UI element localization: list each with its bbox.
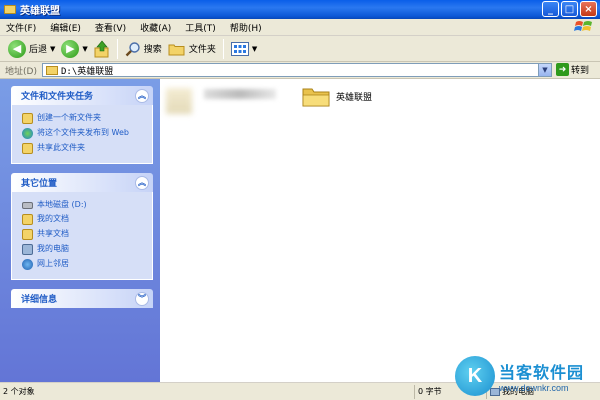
watermark: K 当客软件园 www.downkr.com: [455, 352, 600, 400]
menu-tools[interactable]: 工具(T): [185, 21, 216, 34]
file-list[interactable]: 英雄联盟: [160, 79, 600, 382]
drive-icon: [22, 202, 33, 209]
maximize-button[interactable]: □: [561, 1, 578, 17]
place-label: 我的电脑: [37, 244, 69, 253]
back-button[interactable]: ◀ 后退 ▼: [5, 38, 58, 60]
toolbar-separator: [116, 38, 118, 59]
watermark-title: 当客软件园: [499, 363, 585, 382]
details-panel: 详细信息 ︾: [11, 289, 153, 308]
folder-icon: [4, 5, 16, 14]
up-folder-icon: [94, 40, 109, 57]
windows-logo-icon: [574, 21, 592, 31]
address-value: D:\英雄联盟: [61, 66, 114, 77]
address-label: 地址(D): [5, 66, 37, 77]
task-share-folder[interactable]: 共享此文件夹: [22, 142, 146, 154]
task-label: 共享此文件夹: [37, 143, 85, 152]
shared-folder-icon: [22, 229, 33, 240]
go-label: 转到: [571, 66, 590, 76]
place-label: 网上邻居: [37, 259, 69, 268]
title-bar: 英雄联盟 _ □ ×: [0, 0, 600, 19]
place-my-documents[interactable]: 我的文档: [22, 213, 146, 225]
forward-dropdown-icon[interactable]: ▼: [82, 45, 87, 53]
menu-file[interactable]: 文件(F): [6, 21, 36, 34]
other-places-header[interactable]: 其它位置 ︽: [11, 173, 153, 192]
close-button[interactable]: ×: [580, 1, 597, 17]
window-title: 英雄联盟: [20, 6, 60, 17]
blurred-item: [204, 89, 276, 99]
address-bar: 地址(D) D:\英雄联盟 ▼ ➜ 转到: [0, 62, 600, 79]
watermark-logo-icon: K: [455, 356, 495, 396]
place-label: 本地磁盘 (D:): [37, 200, 87, 209]
menu-view[interactable]: 查看(V): [95, 21, 126, 34]
watermark-url: www.downkr.com: [499, 383, 569, 393]
place-label: 共享文档: [37, 229, 69, 238]
folder-icon: [46, 65, 58, 75]
globe-icon: [22, 128, 33, 139]
go-arrow-icon: ➜: [556, 63, 569, 76]
place-network[interactable]: 网上邻居: [22, 258, 146, 270]
share-folder-icon: [22, 143, 33, 154]
back-label: 后退: [29, 45, 48, 55]
place-label: 我的文档: [37, 214, 69, 223]
task-pane: 文件和文件夹任务 ︽ 创建一个新文件夹 将这个文件夹发布到 Web 共享此文件夹…: [0, 79, 160, 382]
views-icon: [230, 41, 249, 56]
task-label: 创建一个新文件夹: [37, 113, 101, 122]
folders-label: 文件夹: [188, 45, 216, 55]
search-button[interactable]: 搜索: [122, 38, 165, 60]
collapse-icon[interactable]: ︽: [135, 88, 149, 103]
task-label: 将这个文件夹发布到 Web: [37, 128, 129, 137]
address-input[interactable]: D:\英雄联盟 ▼: [42, 63, 552, 77]
network-icon: [22, 259, 33, 270]
chevron-down-icon[interactable]: ▼: [538, 64, 551, 76]
folders-button[interactable]: 文件夹: [165, 38, 219, 60]
details-header[interactable]: 详细信息 ︾: [11, 289, 153, 308]
search-label: 搜索: [143, 45, 162, 55]
toolbar-separator: [222, 38, 224, 59]
documents-folder-icon: [22, 214, 33, 225]
up-button[interactable]: [91, 38, 113, 60]
folders-icon: [168, 44, 185, 55]
forward-button[interactable]: ▶ ▼: [58, 38, 90, 60]
folder-name: 英雄联盟: [336, 92, 373, 103]
file-tasks-title: 文件和文件夹任务: [21, 92, 94, 102]
go-button[interactable]: ➜ 转到: [556, 63, 589, 76]
other-places-panel: 其它位置 ︽ 本地磁盘 (D:) 我的文档 共享文档 我的电脑 网上邻居: [11, 173, 153, 280]
computer-icon: [22, 244, 33, 255]
other-places-body: 本地磁盘 (D:) 我的文档 共享文档 我的电脑 网上邻居: [11, 192, 153, 280]
task-new-folder[interactable]: 创建一个新文件夹: [22, 112, 146, 124]
views-button[interactable]: ▼: [228, 38, 260, 60]
menu-edit[interactable]: 编辑(E): [50, 21, 81, 34]
back-arrow-icon: ◀: [8, 39, 26, 58]
file-tasks-panel: 文件和文件夹任务 ︽ 创建一个新文件夹 将这个文件夹发布到 Web 共享此文件夹: [11, 86, 153, 164]
place-shared-documents[interactable]: 共享文档: [22, 228, 146, 240]
task-publish-web[interactable]: 将这个文件夹发布到 Web: [22, 127, 146, 139]
toolbar: ◀ 后退 ▼ ▶ ▼ 搜索 文件夹 ▼: [0, 36, 600, 62]
minimize-button[interactable]: _: [542, 1, 559, 17]
window-controls: _ □ ×: [542, 1, 597, 17]
details-title: 详细信息: [21, 295, 58, 305]
folder-item[interactable]: 英雄联盟: [302, 85, 374, 107]
file-tasks-body: 创建一个新文件夹 将这个文件夹发布到 Web 共享此文件夹: [11, 105, 153, 164]
status-object-count: 2 个对象: [0, 384, 415, 399]
folder-icon: [302, 88, 330, 107]
menu-favorites[interactable]: 收藏(A): [140, 21, 171, 34]
file-tasks-header[interactable]: 文件和文件夹任务 ︽: [11, 86, 153, 105]
other-places-title: 其它位置: [21, 179, 58, 189]
search-icon: [125, 41, 140, 56]
new-folder-icon: [22, 113, 33, 124]
forward-arrow-icon: ▶: [61, 39, 80, 58]
collapse-icon[interactable]: ︽: [135, 175, 149, 190]
expand-icon[interactable]: ︾: [135, 291, 149, 306]
back-dropdown-icon[interactable]: ▼: [50, 45, 55, 53]
blurred-item: [166, 88, 192, 114]
views-dropdown-icon[interactable]: ▼: [252, 45, 257, 53]
watermark-text: 当客软件园 www.downkr.com: [499, 359, 584, 393]
place-local-disk[interactable]: 本地磁盘 (D:): [22, 199, 146, 210]
menu-help[interactable]: 帮助(H): [230, 21, 262, 34]
place-my-computer[interactable]: 我的电脑: [22, 243, 146, 255]
menu-bar: 文件(F) 编辑(E) 查看(V) 收藏(A) 工具(T) 帮助(H): [0, 19, 600, 36]
